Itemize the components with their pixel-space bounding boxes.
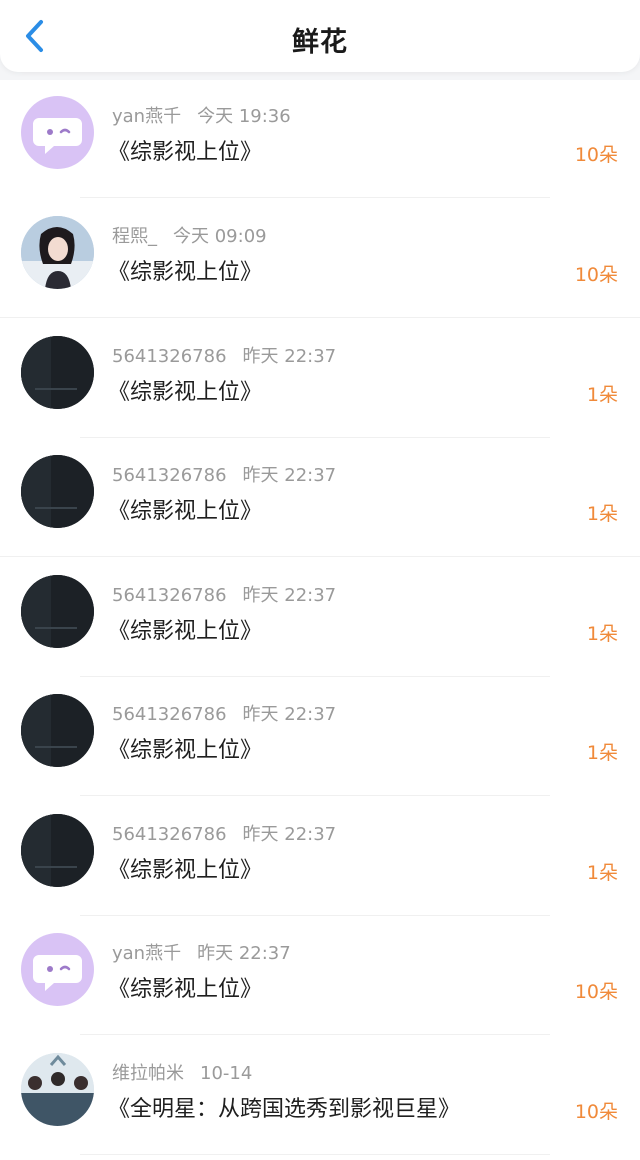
list-item[interactable]: 5641326786 昨天 22:37 《综影视上位》 1朵 — [0, 320, 640, 438]
flower-count: 1朵 — [586, 623, 618, 645]
username: yan燕千 — [112, 106, 182, 127]
item-meta: 程熙_ 今天 09:09 — [112, 222, 267, 248]
username: yan燕千 — [112, 943, 182, 964]
divider — [80, 676, 550, 677]
timestamp: 今天 09:09 — [173, 226, 267, 247]
item-meta: 5641326786 昨天 22:37 — [112, 700, 336, 726]
item-meta: 维拉帕米 10-14 — [112, 1059, 252, 1085]
divider — [80, 1154, 550, 1155]
flower-count: 10朵 — [574, 264, 618, 286]
item-meta: 5641326786 昨天 22:37 — [112, 581, 336, 607]
divider — [0, 556, 640, 557]
username: 5641326786 — [112, 704, 227, 725]
chat-bubble-icon — [33, 118, 82, 154]
dark-photo-avatar-image — [21, 336, 94, 409]
dark-photo-avatar-image — [21, 694, 94, 767]
avatar[interactable] — [21, 575, 94, 648]
list-item[interactable]: 维拉帕米 10-14 《全明星：从跨国选秀到影视巨星》 10朵 — [0, 1037, 640, 1155]
girl-photo-avatar-image — [21, 216, 94, 289]
top-bar: 鲜花 — [0, 0, 640, 72]
book-title: 《全明星：从跨国选秀到影视巨星》 — [108, 1097, 461, 1122]
flower-count: 10朵 — [574, 981, 618, 1003]
book-title: 《综影视上位》 — [108, 738, 263, 763]
timestamp: 昨天 22:37 — [242, 824, 337, 845]
dark-photo-avatar-image — [21, 575, 94, 648]
item-meta: 5641326786 昨天 22:37 — [112, 461, 336, 487]
timestamp: 昨天 22:37 — [197, 943, 291, 964]
avatar[interactable] — [21, 96, 94, 169]
book-title: 《综影视上位》 — [108, 140, 263, 165]
username: 程熙_ — [112, 226, 157, 247]
flower-count: 1朵 — [586, 742, 618, 764]
flower-count: 10朵 — [574, 144, 618, 166]
divider — [80, 437, 550, 438]
avatar[interactable] — [21, 694, 94, 767]
avatar[interactable] — [21, 933, 94, 1006]
flower-list: yan燕千 今天 19:36 《综影视上位》 10朵 程熙_ 今天 09:09 《综… — [0, 80, 640, 1160]
timestamp: 昨天 22:37 — [242, 346, 337, 367]
avatar[interactable] — [21, 336, 94, 409]
flower-count: 10朵 — [574, 1101, 618, 1123]
flower-count: 1朵 — [586, 503, 618, 525]
username: 5641326786 — [112, 824, 227, 845]
book-title: 《综影视上位》 — [108, 380, 263, 405]
list-item[interactable]: 5641326786 昨天 22:37 《综影视上位》 1朵 — [0, 678, 640, 796]
username: 维拉帕米 — [112, 1063, 184, 1084]
list-item[interactable]: yan燕千 昨天 22:37 《综影视上位》 10朵 — [0, 917, 640, 1035]
dark-photo-avatar-image — [21, 814, 94, 887]
divider — [80, 197, 550, 198]
list-item[interactable]: 程熙_ 今天 09:09 《综影视上位》 10朵 — [0, 200, 640, 318]
list-item[interactable]: yan燕千 今天 19:36 《综影视上位》 10朵 — [0, 80, 640, 198]
book-title: 《综影视上位》 — [108, 499, 263, 524]
timestamp: 昨天 22:37 — [242, 704, 337, 725]
avatar[interactable] — [21, 1053, 94, 1126]
book-title: 《综影视上位》 — [108, 858, 263, 883]
page-title: 鲜花 — [292, 27, 348, 58]
flower-count: 1朵 — [586, 384, 618, 406]
divider — [0, 317, 640, 318]
username: 5641326786 — [112, 346, 227, 367]
book-title: 《综影视上位》 — [108, 619, 263, 644]
list-item[interactable]: 5641326786 昨天 22:37 《综影视上位》 1朵 — [0, 798, 640, 916]
item-meta: yan燕千 昨天 22:37 — [112, 939, 291, 965]
timestamp: 昨天 22:37 — [242, 585, 337, 606]
divider — [80, 795, 550, 796]
avatar[interactable] — [21, 814, 94, 887]
divider — [80, 1034, 550, 1035]
dark-photo-avatar-image — [21, 455, 94, 528]
timestamp: 昨天 22:37 — [242, 465, 337, 486]
username: 5641326786 — [112, 465, 227, 486]
timestamp: 10-14 — [200, 1063, 253, 1084]
flower-count: 1朵 — [586, 862, 618, 884]
timestamp: 今天 19:36 — [197, 106, 291, 127]
avatar[interactable] — [21, 455, 94, 528]
list-item[interactable]: 5641326786 昨天 22:37 《综影视上位》 1朵 — [0, 559, 640, 677]
username: 5641326786 — [112, 585, 227, 606]
item-meta: 5641326786 昨天 22:37 — [112, 342, 336, 368]
item-meta: 5641326786 昨天 22:37 — [112, 820, 336, 846]
book-title: 《综影视上位》 — [108, 977, 263, 1002]
divider — [80, 915, 550, 916]
avatar[interactable] — [21, 216, 94, 289]
item-meta: yan燕千 今天 19:36 — [112, 102, 291, 128]
chat-bubble-icon — [33, 955, 82, 991]
book-title: 《综影视上位》 — [108, 260, 263, 285]
list-item[interactable]: 5641326786 昨天 22:37 《综影视上位》 1朵 — [0, 439, 640, 557]
group-photo-avatar-image — [21, 1053, 94, 1126]
